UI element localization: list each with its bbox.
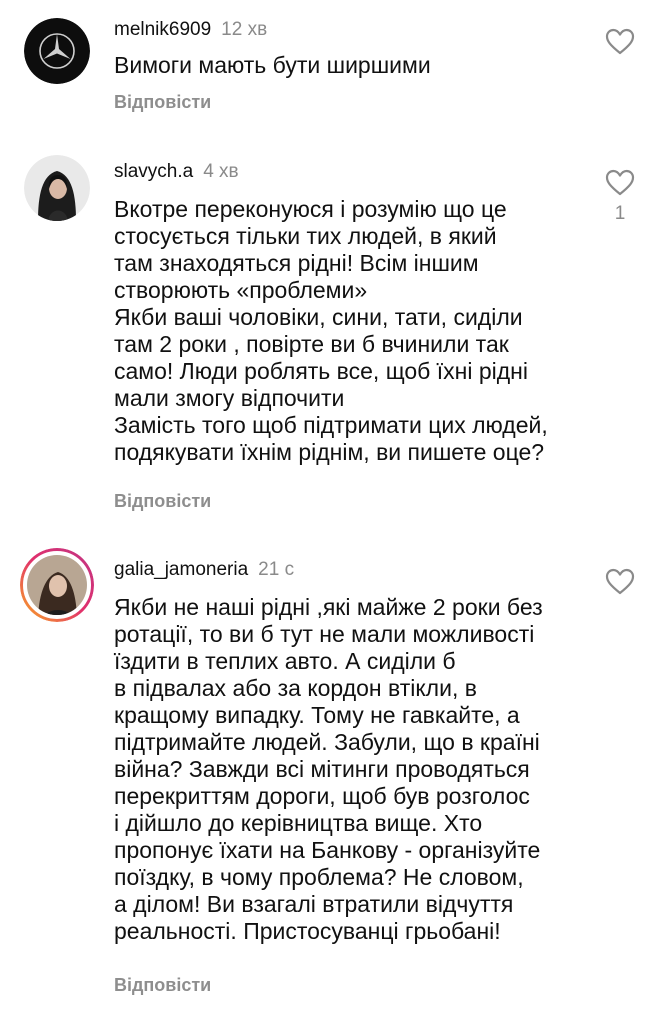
comment-header: slavych.a 4 хв [114, 160, 239, 184]
comment-item: slavych.a 4 хв Вкотре переконуюся і розум… [0, 130, 671, 540]
like-count: 1 [614, 203, 626, 224]
avatar[interactable] [24, 18, 90, 84]
timestamp: 4 хв [203, 161, 239, 182]
comment-text: Якби не наші рідні ,які майже 2 роки без… [114, 594, 543, 944]
username[interactable]: melnik6909 [114, 19, 211, 40]
mercedes-logo-avatar [24, 18, 90, 84]
comment-item: melnik6909 12 хв Вимоги мають бути ширшим… [0, 0, 671, 130]
profile-photo-avatar [24, 155, 90, 221]
comment-text: Вимоги мають бути ширшими [114, 52, 431, 78]
comment-header: galia_jamoneria 21 с [114, 558, 294, 582]
comment-header: melnik6909 12 хв [114, 18, 267, 42]
timestamp: 21 с [258, 559, 295, 580]
username[interactable]: galia_jamoneria [114, 559, 248, 580]
username[interactable]: slavych.a [114, 161, 193, 182]
comment-item: galia_jamoneria 21 с Якби не наші рідні ,… [0, 540, 671, 1024]
timestamp: 12 хв [221, 19, 268, 40]
avatar[interactable] [24, 155, 90, 221]
heart-outline-icon[interactable] [604, 167, 636, 197]
reply-button[interactable]: Відповісти [114, 91, 211, 113]
profile-photo-avatar [20, 548, 94, 622]
reply-button[interactable]: Відповісти [114, 974, 211, 996]
heart-outline-icon[interactable] [604, 566, 636, 596]
heart-outline-icon[interactable] [604, 26, 636, 56]
reply-button[interactable]: Відповісти [114, 490, 211, 512]
avatar-story-ring[interactable] [20, 548, 94, 622]
comment-text: Вкотре переконуюся і розумію що це стосу… [114, 196, 548, 465]
